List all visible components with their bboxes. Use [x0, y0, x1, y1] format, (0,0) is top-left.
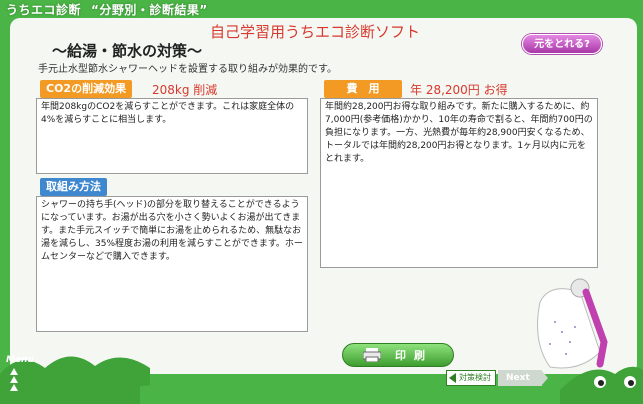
payback-button[interactable]: 元をとれる?: [522, 34, 602, 54]
measure-title: 〜給湯・節水の対策〜: [52, 42, 203, 60]
arrow-left-icon: [449, 373, 456, 383]
arrow-up-icon: [10, 384, 18, 391]
prev-button[interactable]: 対策検討: [446, 370, 496, 386]
co2-reduction-value: 208kg 削減: [152, 83, 218, 97]
arrow-up-icon: [10, 376, 18, 383]
app-window: うちエコ診断 “分野別・診断結果” 自己学習用うちエコ診断ソフト 元をとれる? 〜…: [0, 0, 643, 404]
app-title-text: うちエコ診断: [6, 3, 82, 17]
app-subtitle: “分野別・診断結果”: [91, 3, 208, 17]
cost-value: 年 28,200円 お得: [410, 83, 508, 97]
prev-button-label: 対策検討: [459, 373, 491, 382]
print-button-label: 印刷: [395, 349, 433, 362]
app-title: うちエコ診断 “分野別・診断結果”: [6, 1, 208, 18]
next-button[interactable]: Next: [498, 370, 548, 386]
next-button-label: Next: [506, 373, 530, 383]
co2-reduction-header: CO2の削減効果: [40, 80, 133, 98]
menu-arrows[interactable]: [10, 368, 18, 391]
cost-header: 費 用: [324, 80, 402, 98]
footer-hills: [0, 356, 643, 404]
measure-description: 手元止水型節水シャワーヘッドを設置する取り組みが効果的です。: [38, 64, 337, 75]
software-title: 自己学習用うちエコ診断ソフト: [210, 23, 421, 41]
arrow-right-icon: [540, 370, 548, 386]
co2-reduction-text: 年間208kgのCO2を減らすことができます。これは家庭全体の4%を減らすことに…: [36, 98, 308, 174]
print-button[interactable]: 印刷: [342, 343, 454, 367]
arrow-up-icon: [10, 368, 18, 375]
menu-label[interactable]: Menu: [6, 355, 34, 365]
method-text: シャワーの持ち手(ヘッド)の部分を取り替えることができるようになっています。お湯…: [36, 196, 308, 332]
method-header: 取組み方法: [40, 178, 107, 196]
cost-text: 年間約28,200円お得な取り組みです。新たに購入するために、約7,000円(参…: [320, 98, 598, 268]
printer-icon: [363, 348, 381, 362]
